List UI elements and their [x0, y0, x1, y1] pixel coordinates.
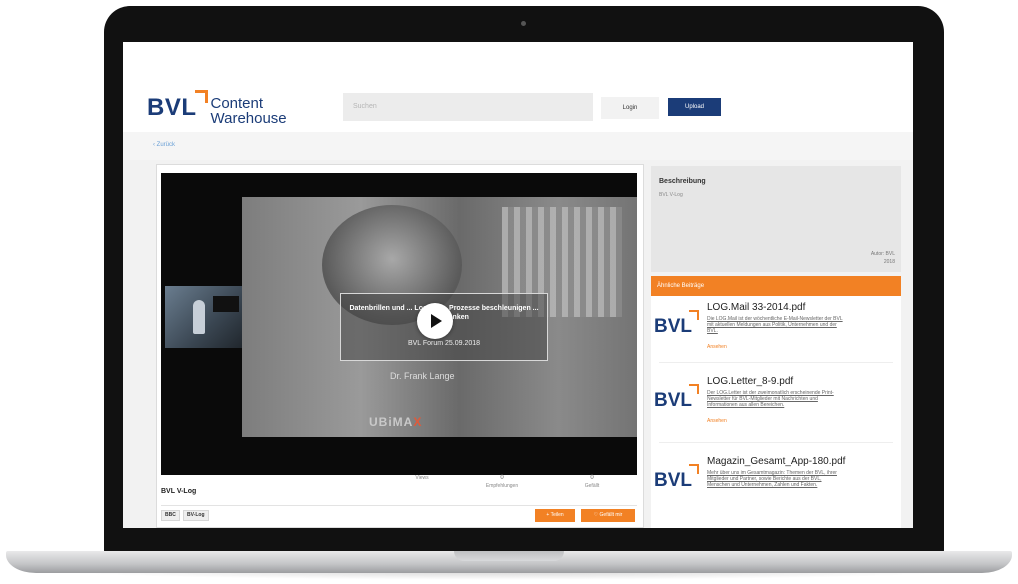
related-item[interactable]: BVL LOG.Letter_8-9.pdf Der LOG.Letter is… [651, 370, 901, 440]
presenter-thumbnail [165, 286, 243, 348]
related-link[interactable]: Ansehen [707, 344, 727, 350]
related-link[interactable]: Ansehen [707, 418, 727, 424]
stat-recommendations-value: 0 [500, 475, 504, 481]
logo-mark: BVL [147, 90, 208, 121]
logo-bracket-icon [689, 310, 699, 320]
related-logo: BVL [654, 470, 692, 491]
video-card: Datenbrillen und ... Logistik – Prozesse… [156, 164, 644, 528]
logo-wordmark: Content Warehouse [211, 96, 287, 126]
related-list: BVL LOG.Mail 33-2014.pdf Die LOG.Mail is… [651, 296, 901, 528]
presenter-figure [193, 300, 205, 334]
logo-bracket-icon [689, 384, 699, 394]
related-title[interactable]: Magazin_Gesamt_App-180.pdf [707, 456, 845, 467]
like-button[interactable]: ♡ Gefällt mir [581, 509, 635, 522]
back-link[interactable]: ‹ Zurück [153, 142, 175, 148]
brand-x: X [413, 415, 423, 429]
site-header: BVL Content Warehouse Suchen Login Uploa… [123, 42, 913, 132]
video-player[interactable]: Datenbrillen und ... Logistik – Prozesse… [161, 173, 637, 475]
video-title: BVL V-Log [161, 488, 197, 495]
related-item[interactable]: BVL LOG.Mail 33-2014.pdf Die LOG.Mail is… [651, 296, 901, 366]
tag-chip[interactable]: BBC [161, 510, 180, 521]
stat-likes: 0 Gefällt [557, 474, 627, 490]
brand-watermark: UBiMAX [369, 415, 422, 429]
laptop-screen: BVL Content Warehouse Suchen Login Uploa… [123, 42, 913, 528]
webcam-icon [521, 21, 526, 26]
brand-text: UBiMA [369, 415, 414, 429]
divider [659, 362, 893, 363]
logo-line-1: Content [210, 95, 264, 112]
laptop-notch [454, 551, 564, 561]
stat-views: Views [387, 474, 457, 482]
description-panel: Beschreibung BVL V-Log Autor: BVL 2018 [651, 166, 901, 272]
search-input[interactable]: Suchen [343, 93, 593, 121]
logo-mark-text: BVL [147, 94, 197, 121]
overlay-date: BVL Forum 25.09.2018 [407, 340, 481, 347]
related-title[interactable]: LOG.Mail 33-2014.pdf [707, 302, 805, 313]
description-year: 2018 [883, 259, 895, 265]
stat-likes-label: Gefällt [584, 483, 600, 489]
description-heading: Beschreibung [659, 178, 706, 185]
presenter-screen [213, 296, 239, 312]
play-icon [431, 314, 442, 328]
stat-recommendations-label: Empfehlungen [485, 483, 519, 489]
related-description[interactable]: Die LOG.Mail ist der wöchentliche E-Mail… [707, 316, 845, 334]
related-description[interactable]: Mehr über uns im Gesamtmagazin: Themen d… [707, 470, 845, 488]
related-item[interactable]: BVL Magazin_Gesamt_App-180.pdf Mehr über… [651, 450, 901, 520]
video-still: Datenbrillen und ... Logistik – Prozesse… [242, 197, 637, 437]
related-heading: Ähnliche Beiträge [651, 276, 901, 296]
description-author: Autor: BVL [870, 251, 895, 257]
speaker-name: Dr. Frank Lange [390, 371, 455, 381]
upload-button[interactable]: Upload [668, 98, 721, 116]
login-button[interactable]: Login [601, 97, 659, 119]
nav-bar [123, 132, 913, 160]
divider [659, 442, 893, 443]
tag-chip[interactable]: BV-Log [183, 510, 209, 521]
description-meta: Autor: BVL 2018 [871, 250, 895, 266]
logo-line-2: Warehouse [210, 110, 287, 127]
logo-bracket-icon [195, 90, 208, 103]
play-button[interactable] [417, 303, 453, 339]
related-logo: BVL [654, 390, 692, 411]
description-text: BVL V-Log [659, 192, 683, 198]
related-logo: BVL [654, 316, 692, 337]
stat-likes-value: 0 [590, 475, 594, 481]
logo-bracket-icon [689, 464, 699, 474]
related-title[interactable]: LOG.Letter_8-9.pdf [707, 376, 793, 387]
stat-views-label: Views [415, 475, 429, 481]
share-button[interactable]: + Teilen [535, 509, 575, 522]
related-description[interactable]: Der LOG.Letter ist der zweimonatlich ers… [707, 390, 845, 408]
stat-recommendations: 0 Empfehlungen [467, 474, 537, 490]
divider [161, 505, 637, 506]
site-logo[interactable]: BVL Content Warehouse [147, 90, 287, 126]
